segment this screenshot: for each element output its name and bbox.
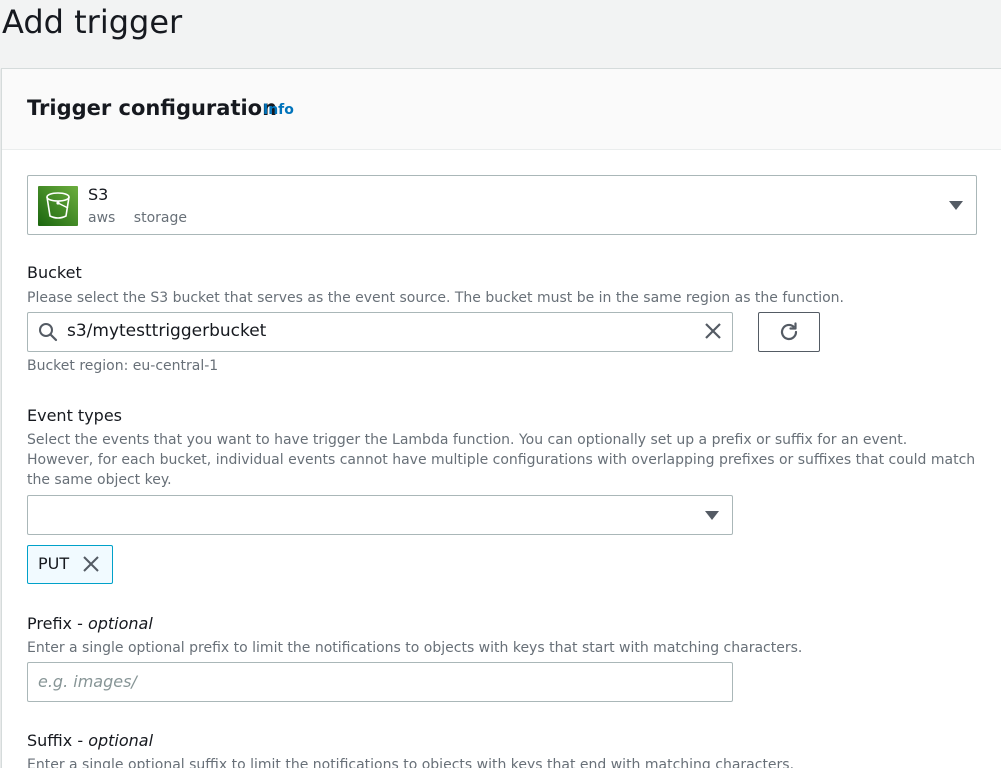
caret-down-icon xyxy=(705,511,719,520)
service-name: S3 xyxy=(88,185,109,204)
service-tags: aws storage xyxy=(88,210,201,226)
info-link[interactable]: Info xyxy=(263,102,294,118)
suffix-optional-text: optional xyxy=(88,731,154,750)
event-type-token: PUT xyxy=(27,545,113,584)
prefix-optional-text: optional xyxy=(87,614,153,633)
prefix-input[interactable]: e.g. images/ xyxy=(27,662,733,702)
event-types-label: Event types xyxy=(27,406,122,425)
clear-icon[interactable] xyxy=(703,321,723,341)
event-type-token-label: PUT xyxy=(38,554,70,573)
prefix-label-text: Prefix - xyxy=(27,614,88,633)
prefix-label: Prefix - optional xyxy=(27,614,153,634)
event-types-select[interactable] xyxy=(27,495,733,535)
card-title: Trigger configuration xyxy=(27,96,278,120)
trigger-configuration-card: Trigger configuration Info S3 aws storag… xyxy=(1,68,1001,768)
suffix-label-text: Suffix - xyxy=(27,731,89,750)
suffix-label: Suffix - optional xyxy=(27,731,153,751)
event-types-description: Select the events that you want to have … xyxy=(27,432,976,488)
page-title: Add trigger xyxy=(2,3,183,41)
bucket-region: Bucket region: eu-central-1 xyxy=(27,358,219,374)
remove-token-icon[interactable] xyxy=(82,555,100,573)
service-tag: storage xyxy=(133,210,187,226)
caret-down-icon xyxy=(949,201,963,210)
s3-bucket-icon xyxy=(38,186,78,226)
card-header: Trigger configuration Info xyxy=(2,69,1001,150)
bucket-description: Please select the S3 bucket that serves … xyxy=(27,290,844,306)
service-tag: aws xyxy=(88,210,116,226)
prefix-placeholder: e.g. images/ xyxy=(38,672,137,691)
bucket-value: s3/mytesttriggerbucket xyxy=(67,321,267,341)
suffix-description: Enter a single optional suffix to limit … xyxy=(27,757,795,768)
page: Add trigger Trigger configuration Info S… xyxy=(0,0,1001,768)
prefix-description: Enter a single optional prefix to limit … xyxy=(27,640,803,656)
bucket-search-input[interactable]: s3/mytesttriggerbucket xyxy=(27,312,733,352)
refresh-button[interactable] xyxy=(758,312,820,352)
service-select[interactable]: S3 aws storage xyxy=(27,175,977,235)
bucket-label: Bucket xyxy=(27,263,82,282)
search-icon xyxy=(39,323,58,342)
refresh-icon xyxy=(780,322,798,341)
